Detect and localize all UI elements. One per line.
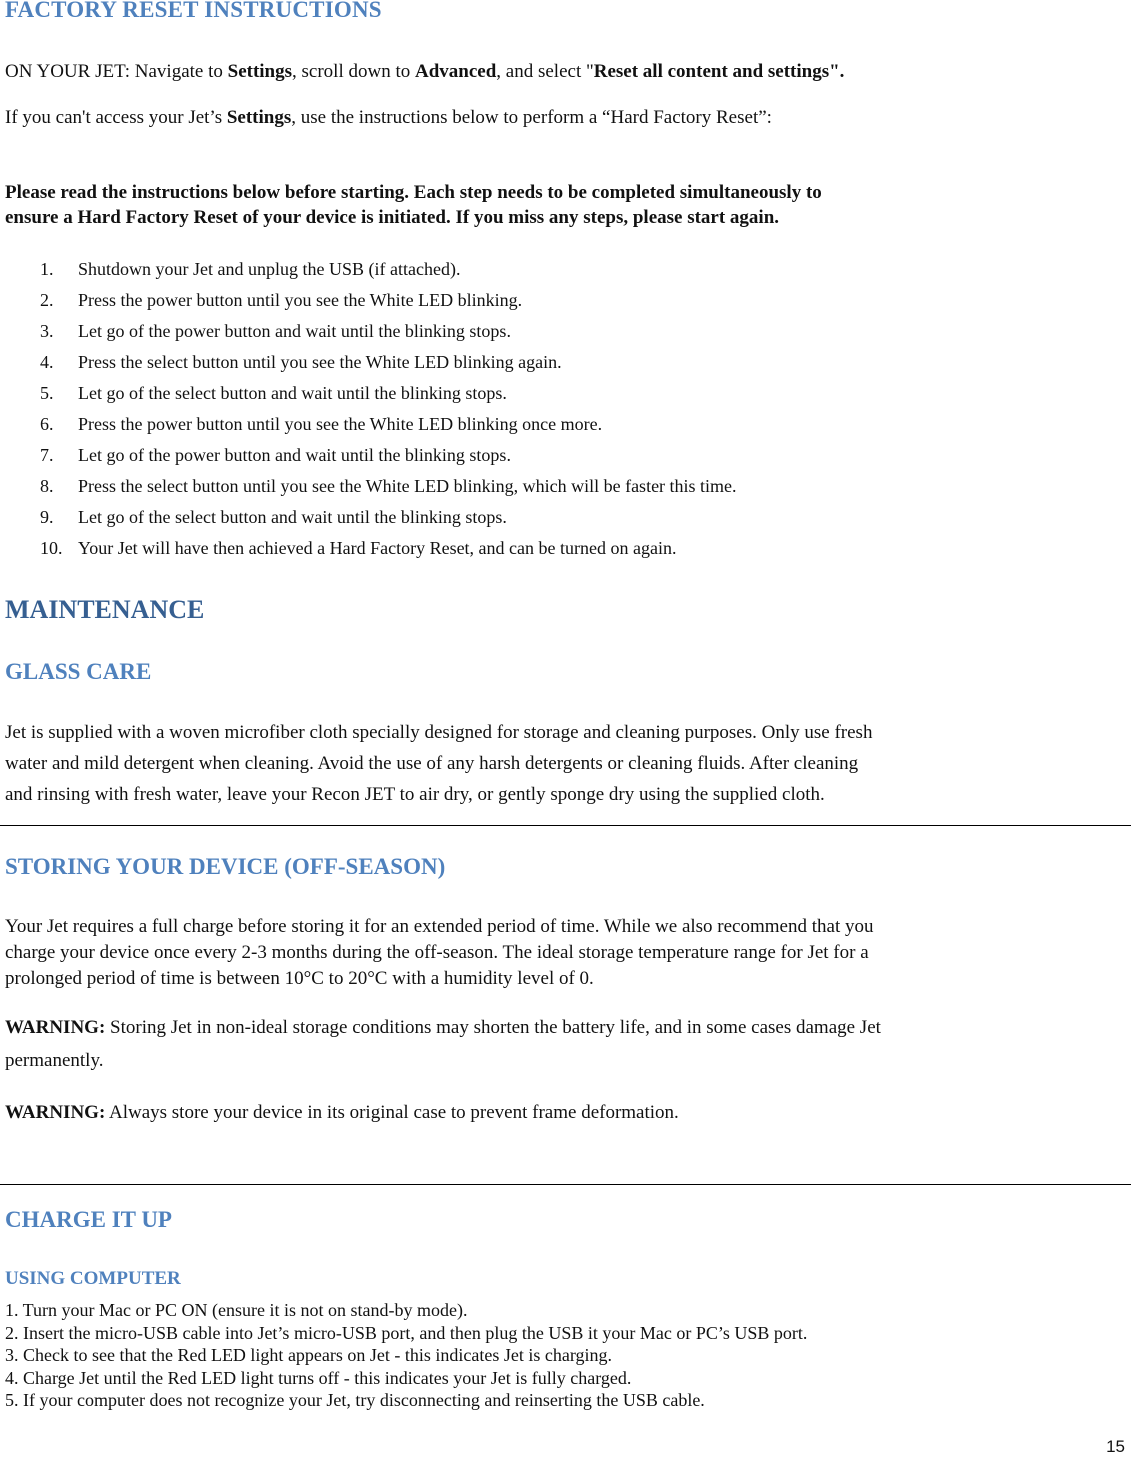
step-number: 3. — [40, 321, 54, 341]
charge-step: 4. Charge Jet until the Red LED light tu… — [5, 1367, 632, 1388]
step-number: 8. — [40, 476, 54, 496]
warning-battery: WARNING: Storing Jet in non-ideal storag… — [5, 1014, 881, 1042]
step-item: 3. Let go of the power button and wait un… — [40, 316, 737, 347]
section-divider — [0, 825, 1131, 826]
factory-reset-steps: 1. Shutdown your Jet and unplug the USB (… — [40, 254, 737, 564]
step-item: 9. Let go of the select button and wait u… — [40, 502, 737, 533]
step-number: 4. — [40, 352, 54, 372]
warning-label: WARNING: — [5, 1102, 106, 1123]
factory-reset-heading: FACTORY RESET INSTRUCTIONS — [5, 0, 382, 22]
step-item: 4. Press the select button until you see … — [40, 347, 737, 378]
warning-label: WARNING: — [5, 1017, 106, 1038]
warning-case: WARNING: Always store your device in its… — [5, 1099, 679, 1127]
step-number: 1. — [40, 259, 54, 279]
storing-heading: STORING YOUR DEVICE (OFF-SEASON) — [5, 854, 446, 879]
charge-step: 3. Check to see that the Red LED light a… — [5, 1345, 613, 1365]
glass-care-heading: GLASS CARE — [5, 659, 152, 684]
charge-step: 2. Insert the micro-USB cable into Jet’s… — [5, 1322, 808, 1343]
step-item: 10. Your Jet will have then achieved a Ha… — [40, 533, 737, 564]
storing-line-1: Your Jet requires a full charge before s… — [5, 916, 874, 937]
page-number: 15 — [1106, 1437, 1125, 1456]
step-item: 8. Press the select button until you see … — [40, 471, 737, 502]
charge-step: 1. Turn your Mac or PC ON (ensure it is … — [5, 1300, 468, 1320]
warning-text: Storing Jet in non-ideal storage conditi… — [105, 1017, 881, 1038]
step-number: 6. — [40, 414, 54, 434]
text: ON YOUR JET: Navigate to — [5, 61, 228, 82]
notice-line-1: Please read the instructions below befor… — [5, 182, 822, 203]
glass-care-line-3: and rinsing with fresh water, leave your… — [5, 784, 825, 805]
step-text: Press the power button until you see the… — [78, 290, 523, 310]
settings-term: Settings — [226, 107, 292, 128]
step-item: 2. Press the power button until you see t… — [40, 285, 737, 316]
warning-text: Always store your device in its original… — [105, 1102, 679, 1123]
step-number: 2. — [40, 290, 54, 310]
charge-heading: CHARGE IT UP — [5, 1207, 172, 1232]
warning-battery-cont: permanently. — [5, 1050, 104, 1071]
text: If you can't access your Jet’s — [5, 107, 227, 128]
step-text: Let go of the power button and wait unti… — [78, 445, 511, 465]
maintenance-heading: MAINTENANCE — [5, 595, 205, 624]
step-item: 1. Shutdown your Jet and unplug the USB (… — [40, 254, 737, 285]
step-number: 7. — [40, 445, 54, 465]
reset-option-term: Reset all content and settings". — [593, 61, 845, 82]
notice-line-2: ensure a Hard Factory Reset of your devi… — [5, 207, 780, 228]
step-text: Your Jet will have then achieved a Hard … — [78, 538, 677, 558]
step-text: Let go of the select button and wait unt… — [78, 507, 507, 527]
section-divider — [0, 1184, 1131, 1185]
step-number: 9. — [40, 507, 54, 527]
step-text: Shutdown your Jet and unplug the USB (if… — [78, 259, 461, 279]
using-computer-subheading: USING COMPUTER — [5, 1268, 181, 1289]
storing-line-2: charge your device once every 2-3 months… — [5, 942, 869, 963]
step-text: Press the select button until you see th… — [78, 352, 562, 372]
step-text: Let go of the power button and wait unti… — [78, 321, 511, 341]
settings-term: Settings — [227, 61, 293, 82]
text: , use the instructions below to perform … — [291, 107, 772, 128]
glass-care-line-2: water and mild detergent when cleaning. … — [5, 753, 859, 774]
cant-access-instruction: If you can't access your Jet’s Settings,… — [5, 104, 772, 132]
step-text: Let go of the select button and wait unt… — [78, 383, 507, 403]
step-item: 6. Press the power button until you see t… — [40, 409, 737, 440]
step-item: 7. Let go of the power button and wait un… — [40, 440, 737, 471]
charge-step: 5. If your computer does not recognize y… — [5, 1390, 705, 1410]
step-number: 5. — [40, 383, 54, 403]
step-text: Press the power button until you see the… — [78, 414, 603, 434]
advanced-term: Advanced — [415, 61, 497, 82]
charge-steps: 1. Turn your Mac or PC ON (ensure it is … — [5, 1299, 807, 1412]
step-item: 5. Let go of the select button and wait u… — [40, 378, 737, 409]
on-jet-instruction: ON YOUR JET: Navigate to Settings, scrol… — [5, 58, 844, 86]
step-number: 10. — [40, 538, 63, 558]
storing-line-3: prolonged period of time is between 10°C… — [5, 968, 594, 989]
step-text: Press the select button until you see th… — [78, 476, 737, 496]
text: , scroll down to — [292, 61, 415, 82]
glass-care-line-1: Jet is supplied with a woven microfiber … — [5, 722, 873, 743]
text: , and select " — [496, 61, 594, 82]
